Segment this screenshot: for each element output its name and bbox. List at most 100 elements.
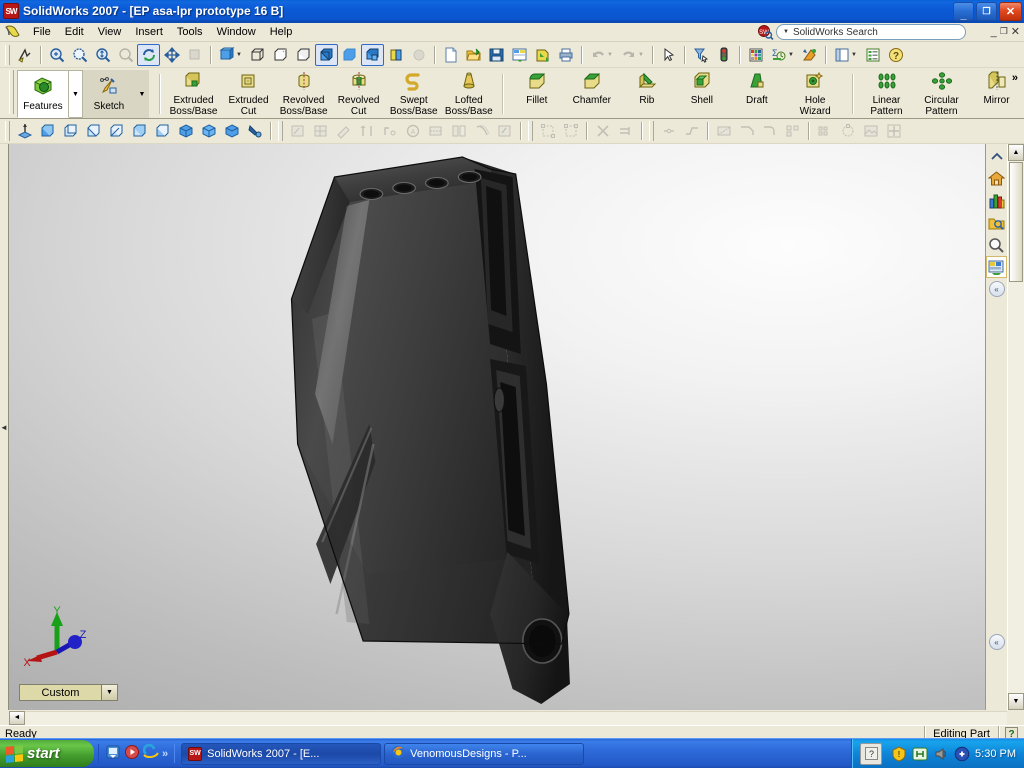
volume-icon[interactable] xyxy=(933,746,949,762)
vertical-scroll-track[interactable] xyxy=(1008,161,1024,693)
mdi-restore-button[interactable]: ❐ xyxy=(1000,26,1008,37)
perspective-icon[interactable] xyxy=(361,43,384,66)
task-pane-collapse-button[interactable]: « xyxy=(988,281,1005,297)
scroll-up-button[interactable]: ▲ xyxy=(1008,144,1024,161)
menu-help[interactable]: Help xyxy=(263,24,300,40)
fillet-button[interactable]: Fillet xyxy=(509,70,564,118)
shaded-icon[interactable] xyxy=(338,44,361,66)
left-view-icon[interactable] xyxy=(82,120,105,142)
chevron-down-icon[interactable]: ▼ xyxy=(101,685,117,700)
select-filter-icon[interactable] xyxy=(689,44,712,66)
network-icon[interactable] xyxy=(912,746,928,762)
chevron-down-icon[interactable]: ▼ xyxy=(851,52,857,58)
help-icon[interactable]: ? xyxy=(884,44,907,66)
bottom-view-icon[interactable] xyxy=(151,120,174,142)
isometric-view-icon[interactable] xyxy=(174,120,197,142)
close-button[interactable]: ✕ xyxy=(999,1,1022,21)
menu-insert[interactable]: Insert xyxy=(128,24,170,40)
graphics-viewport[interactable]: Y X Z Custom ▼ « « xyxy=(9,144,1007,710)
trimetric-view-icon[interactable] xyxy=(197,120,220,142)
taskbar-item-firefox[interactable]: VenomousDesigns - P... xyxy=(384,742,585,765)
search-input[interactable]: ▼ SolidWorks Search xyxy=(776,24,966,40)
open-document-icon[interactable] xyxy=(462,44,485,66)
select-pointer-icon[interactable] xyxy=(657,44,680,66)
menu-window[interactable]: Window xyxy=(210,24,263,40)
maximize-button[interactable]: ❐ xyxy=(976,1,997,21)
extruded-cut-button[interactable]: Extruded Cut xyxy=(221,70,276,118)
toolbar-grip[interactable] xyxy=(5,44,10,65)
measure-icon[interactable]: Σ ▼ xyxy=(767,44,798,66)
chevron-down-icon[interactable]: ▼ xyxy=(783,29,789,35)
print-icon[interactable] xyxy=(554,44,577,66)
expand-feature-tree-icon[interactable]: ◄ xyxy=(0,423,8,432)
chevron-down-icon[interactable]: ▼ xyxy=(788,52,794,58)
dimetric-view-icon[interactable] xyxy=(220,120,243,142)
toolbar-grip[interactable] xyxy=(278,121,283,141)
menu-view[interactable]: View xyxy=(91,24,129,40)
tray-show-desktop-icon[interactable]: ? xyxy=(860,742,883,765)
commandmanager-grip[interactable] xyxy=(9,70,14,114)
right-view-icon[interactable] xyxy=(105,120,128,142)
edit-appearance-icon[interactable] xyxy=(744,44,767,66)
security-alert-icon[interactable]: ! xyxy=(891,745,907,762)
toolbar-grip[interactable] xyxy=(5,121,10,141)
extruded-boss-base-button[interactable]: Extruded Boss/Base xyxy=(166,70,221,118)
scroll-left-button[interactable]: ◄ xyxy=(9,710,25,725)
zoom-to-area-icon[interactable] xyxy=(68,44,91,66)
feature-tree-splitter[interactable]: ◄ xyxy=(0,144,9,710)
normal-to-icon[interactable] xyxy=(13,120,36,142)
task-pane-collapse-top[interactable] xyxy=(986,146,1007,168)
sensor-status-icon[interactable] xyxy=(712,44,735,66)
search-icon[interactable] xyxy=(986,234,1007,256)
section-view-icon[interactable] xyxy=(384,44,407,66)
horizontal-scroll-track[interactable] xyxy=(25,710,1007,725)
front-view-icon[interactable] xyxy=(36,120,59,142)
lofted-boss-base-button[interactable]: Lofted Boss/Base xyxy=(441,70,496,118)
palette-icon[interactable] xyxy=(986,256,1007,278)
rotate-view-icon[interactable] xyxy=(137,43,160,66)
commandmanager-overflow-button[interactable]: » xyxy=(1012,72,1018,84)
revolved-cut-button[interactable]: Revolved Cut xyxy=(331,70,386,118)
hidden-lines-removed-icon[interactable] xyxy=(292,44,315,66)
sketch-dropdown-arrow[interactable]: ▼ xyxy=(134,70,149,118)
linear-pattern-button[interactable]: Linear Pattern xyxy=(859,70,914,118)
new-document-icon[interactable] xyxy=(439,44,462,66)
scroll-down-button[interactable]: ▼ xyxy=(1008,693,1024,710)
shell-button[interactable]: Shell xyxy=(674,70,729,118)
chevron-down-icon[interactable]: ▼ xyxy=(236,52,242,58)
previous-view-icon[interactable] xyxy=(13,44,36,66)
back-view-icon[interactable] xyxy=(59,120,82,142)
viewport-vertical-scrollbar[interactable]: ▲ ▼ xyxy=(1007,144,1024,710)
menu-file[interactable]: File xyxy=(26,24,58,40)
hidden-lines-visible-icon[interactable] xyxy=(269,44,292,66)
tab-sketch[interactable]: Sketch xyxy=(82,70,135,118)
view-selector-icon[interactable] xyxy=(243,120,266,142)
vertical-scroll-thumb[interactable] xyxy=(1009,162,1023,282)
rib-button[interactable]: Rib xyxy=(619,70,674,118)
configuration-selector[interactable]: Custom ▼ xyxy=(19,684,118,701)
photoworks-icon[interactable] xyxy=(798,44,821,66)
menu-tools[interactable]: Tools xyxy=(170,24,210,40)
design-library-icon[interactable] xyxy=(986,190,1007,212)
features-dropdown-arrow[interactable]: ▼ xyxy=(68,70,83,118)
wireframe-icon[interactable] xyxy=(246,44,269,66)
toolbar-grip[interactable] xyxy=(649,121,654,141)
zoom-to-fit-icon[interactable] xyxy=(45,44,68,66)
pan-icon[interactable] xyxy=(160,44,183,66)
internet-explorer-icon[interactable] xyxy=(142,743,159,763)
media-player-icon[interactable] xyxy=(124,744,140,763)
chamfer-button[interactable]: Chamfer xyxy=(564,70,619,118)
solidworks-menu-icon[interactable] xyxy=(3,24,23,41)
top-view-icon[interactable] xyxy=(128,120,151,142)
menu-edit[interactable]: Edit xyxy=(58,24,91,40)
options-icon[interactable] xyxy=(861,44,884,66)
tab-features[interactable]: Features xyxy=(16,70,69,118)
circular-pattern-button[interactable]: Circular Pattern xyxy=(914,70,969,118)
print-preview-icon[interactable] xyxy=(508,44,531,66)
file-explorer-icon[interactable] xyxy=(986,212,1007,234)
revolved-boss-base-button[interactable]: Revolved Boss/Base xyxy=(276,70,331,118)
save-icon[interactable] xyxy=(485,44,508,66)
shaded-with-edges-icon[interactable] xyxy=(315,43,338,66)
task-pane-collapse-bottom-button[interactable]: « xyxy=(988,634,1005,650)
minimize-button[interactable]: _ xyxy=(953,1,974,21)
